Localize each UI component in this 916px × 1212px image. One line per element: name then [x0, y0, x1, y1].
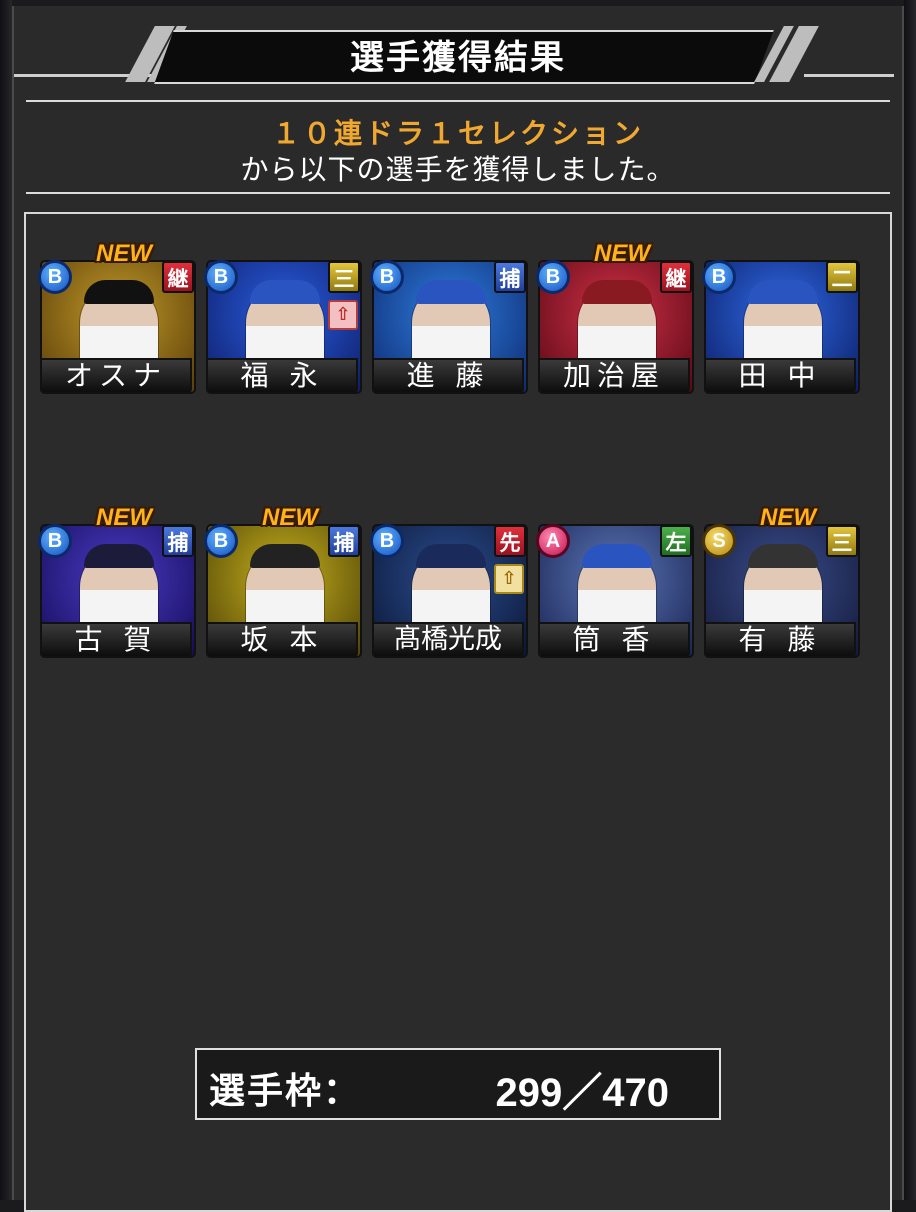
rank-badge: B: [204, 524, 238, 558]
gacha-name: １０連ドラ１セレクション: [271, 117, 644, 150]
roster-capacity-box: 選手枠： 299／470: [195, 1048, 721, 1120]
new-badge: NEW: [262, 504, 318, 531]
player-cap: [84, 280, 154, 304]
new-badge: NEW: [594, 240, 650, 267]
player-cap: [250, 280, 320, 304]
player-cap: [416, 544, 486, 568]
rank-badge: S: [702, 524, 736, 558]
position-badge: 三: [826, 525, 858, 557]
page-title: 選手獲得結果: [350, 38, 566, 78]
player-cap: [84, 544, 154, 568]
rank-badge: B: [38, 260, 72, 294]
new-badge: NEW: [96, 504, 152, 531]
position-badge: 継: [660, 261, 692, 293]
player-card[interactable]: 古 賀 B 捕 NEW: [38, 504, 196, 658]
player-card[interactable]: 髙橋光成 B 先 ⇧: [370, 504, 528, 658]
player-card[interactable]: 田 中 B 二: [702, 240, 860, 394]
new-badge: NEW: [96, 240, 152, 267]
player-name: 田 中: [704, 358, 856, 394]
result-message: から以下の選手を獲得しました。: [240, 153, 676, 186]
player-cap: [582, 544, 652, 568]
new-badge: NEW: [760, 504, 816, 531]
player-name: 加治屋: [538, 358, 690, 394]
rank-badge: A: [536, 524, 570, 558]
position-badge: 左: [660, 525, 692, 557]
player-name: 髙橋光成: [372, 622, 524, 658]
position-badge: 先: [494, 525, 526, 557]
player-name: オスナ: [40, 358, 192, 394]
position-badge: 継: [162, 261, 194, 293]
rank-badge: B: [204, 260, 238, 294]
player-name: 福 永: [206, 358, 358, 394]
roster-capacity-label: 選手枠：: [209, 1071, 362, 1112]
player-cap: [250, 544, 320, 568]
position-badge: 捕: [328, 525, 360, 557]
player-card[interactable]: オスナ B 継 NEW: [38, 240, 196, 394]
position-badge: 二: [826, 261, 858, 293]
player-cap: [416, 280, 486, 304]
roster-capacity-value: 299／470: [495, 1071, 669, 1115]
rank-badge: B: [536, 260, 570, 294]
player-cap: [582, 280, 652, 304]
player-card[interactable]: 進 藤 B 捕: [370, 240, 528, 394]
player-cap: [748, 544, 818, 568]
player-name: 筒 香: [538, 622, 690, 658]
position-badge: 捕: [162, 525, 194, 557]
rank-badge: B: [38, 524, 72, 558]
player-cap: [748, 280, 818, 304]
player-name: 坂 本: [206, 622, 358, 658]
player-card[interactable]: 筒 香 A 左: [536, 504, 694, 658]
player-name: 古 賀: [40, 622, 192, 658]
player-card[interactable]: 坂 本 B 捕 NEW: [204, 504, 362, 658]
rank-badge: B: [370, 524, 404, 558]
upgrade-arrow-icon: ⇧: [494, 564, 524, 594]
player-name: 有 藤: [704, 622, 856, 658]
player-name: 進 藤: [372, 358, 524, 394]
rank-badge: B: [370, 260, 404, 294]
player-card[interactable]: 有 藤 S 三 NEW: [702, 504, 860, 658]
position-badge: 三: [328, 261, 360, 293]
player-card[interactable]: 加治屋 B 継 NEW: [536, 240, 694, 394]
divider: [26, 192, 890, 194]
rank-badge: B: [702, 260, 736, 294]
player-card[interactable]: 福 永 B 三 ⇧: [204, 240, 362, 394]
divider: [26, 100, 890, 102]
upgrade-arrow-icon: ⇧: [328, 300, 358, 330]
position-badge: 捕: [494, 261, 526, 293]
